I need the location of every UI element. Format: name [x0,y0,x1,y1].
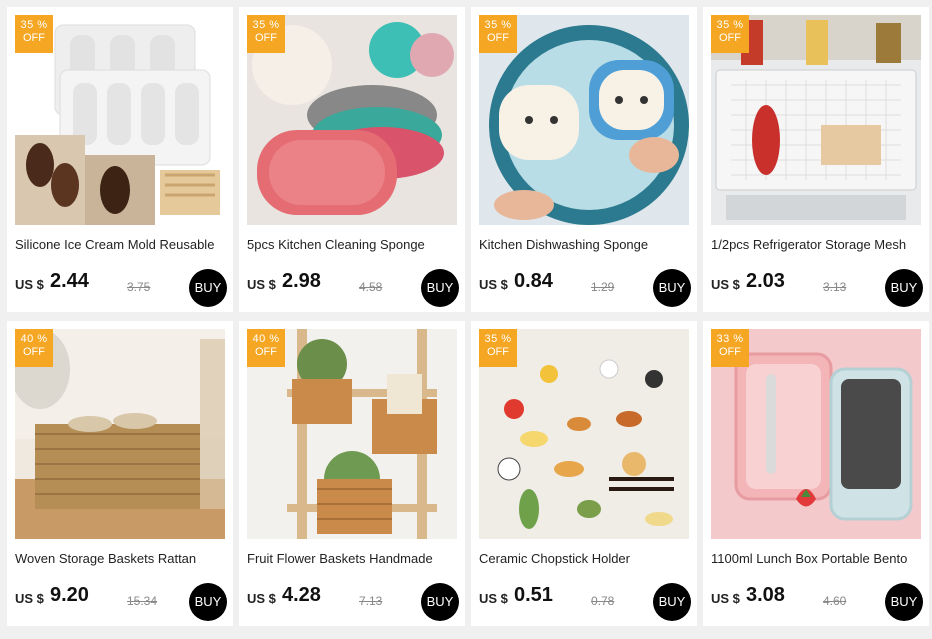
product-title[interactable]: Kitchen Dishwashing Sponge [479,237,691,252]
currency-label: US $ [15,277,44,292]
currency-label: US $ [15,591,44,606]
buy-button[interactable]: BUY [421,583,459,621]
sale-price: 0.51 [514,584,553,606]
ice-cream-mold-image[interactable]: 35 % OFF [15,15,225,225]
discount-off-label: OFF [719,346,741,358]
buy-button[interactable]: BUY [653,269,691,307]
product-title[interactable]: Silicone Ice Cream Mold Reusable [15,237,227,252]
sale-price: 4.28 [282,584,321,606]
product-title[interactable]: Fruit Flower Baskets Handmade [247,551,459,566]
hanging-basket-image[interactable]: 40 % OFF [247,329,457,539]
product-card[interactable]: 35 % OFF Ceramic Chopstick Holder US $ 0… [471,321,697,626]
chopstick-holder-image[interactable]: 35 % OFF [479,329,689,539]
price-row: US $ 2.98 4.58 BUY [247,265,459,307]
product-title[interactable]: 5pcs Kitchen Cleaning Sponge [247,237,459,252]
product-card[interactable]: 35 % OFF 5pcs Kitchen Cleaning Sponge US… [239,7,465,312]
discount-off-label: OFF [23,346,45,358]
price-row: US $ 9.20 15.34 BUY [15,579,227,621]
product-card[interactable]: 33 % OFF 1100ml Lunch Box Portable Bento… [703,321,929,626]
buy-button[interactable]: BUY [189,583,227,621]
discount-off-label: OFF [487,32,509,44]
currency-label: US $ [479,591,508,606]
sale-price: 2.98 [282,270,321,292]
price-row: US $ 2.03 3.13 BUY [711,265,923,307]
sale-price: 2.03 [746,270,785,292]
discount-badge: 40 % OFF [15,329,53,367]
discount-badge: 33 % OFF [711,329,749,367]
discount-percent: 40 % [20,333,48,345]
product-title[interactable]: Woven Storage Baskets Rattan [15,551,227,566]
price-row: US $ 3.08 4.60 BUY [711,579,923,621]
original-price: 3.13 [823,280,847,294]
price-row: US $ 0.51 0.78 BUY [479,579,691,621]
buy-button[interactable]: BUY [885,583,923,621]
product-card[interactable]: 35 % OFF Silicone Ice Cream Mold Reusabl… [7,7,233,312]
sale-price: 2.44 [50,270,89,292]
buy-button[interactable]: BUY [421,269,459,307]
product-card[interactable]: 40 % OFF Woven Storage Baskets Rattan US… [7,321,233,626]
sale-price: 0.84 [514,270,553,292]
discount-percent: 40 % [252,333,280,345]
price-row: US $ 4.28 7.13 BUY [247,579,459,621]
rattan-basket-image[interactable]: 40 % OFF [15,329,225,539]
discount-badge: 35 % OFF [15,15,53,53]
product-title[interactable]: 1100ml Lunch Box Portable Bento [711,551,923,566]
original-price: 4.58 [359,280,383,294]
currency-label: US $ [247,591,276,606]
original-price: 15.34 [127,594,158,608]
price-row: US $ 2.44 3.75 BUY [15,265,227,307]
discount-percent: 35 % [20,19,48,31]
lunch-box-image[interactable]: 33 % OFF [711,329,921,539]
product-title[interactable]: Ceramic Chopstick Holder [479,551,691,566]
discount-badge: 40 % OFF [247,329,285,367]
sale-price: 3.08 [746,584,785,606]
cat-sponge-image[interactable]: 35 % OFF [479,15,689,225]
currency-label: US $ [711,277,740,292]
discount-off-label: OFF [487,346,509,358]
product-title[interactable]: 1/2pcs Refrigerator Storage Mesh [711,237,923,252]
product-card[interactable]: 35 % OFF 1/2pcs Refrigerator Storage Mes… [703,7,929,312]
original-price: 7.13 [359,594,383,608]
discount-percent: 35 % [252,19,280,31]
discount-percent: 33 % [716,333,744,345]
discount-off-label: OFF [255,32,277,44]
product-card[interactable]: 40 % OFF Fruit Flower Baskets Handmade U… [239,321,465,626]
buy-button[interactable]: BUY [885,269,923,307]
discount-percent: 35 % [484,333,512,345]
original-price: 1.29 [591,280,615,294]
discount-percent: 35 % [716,19,744,31]
buy-button[interactable]: BUY [189,269,227,307]
buy-button[interactable]: BUY [653,583,691,621]
original-price: 4.60 [823,594,847,608]
discount-off-label: OFF [23,32,45,44]
sale-price: 9.20 [50,584,89,606]
discount-percent: 35 % [484,19,512,31]
currency-label: US $ [479,277,508,292]
discount-off-label: OFF [255,346,277,358]
product-card[interactable]: 35 % OFF Kitchen Dishwashing Sponge US $… [471,7,697,312]
discount-badge: 35 % OFF [479,329,517,367]
discount-badge: 35 % OFF [711,15,749,53]
discount-badge: 35 % OFF [247,15,285,53]
cleaning-sponge-image[interactable]: 35 % OFF [247,15,457,225]
original-price: 0.78 [591,594,615,608]
discount-badge: 35 % OFF [479,15,517,53]
currency-label: US $ [247,277,276,292]
discount-off-label: OFF [719,32,741,44]
original-price: 3.75 [127,280,151,294]
fridge-mesh-image[interactable]: 35 % OFF [711,15,921,225]
price-row: US $ 0.84 1.29 BUY [479,265,691,307]
currency-label: US $ [711,591,740,606]
